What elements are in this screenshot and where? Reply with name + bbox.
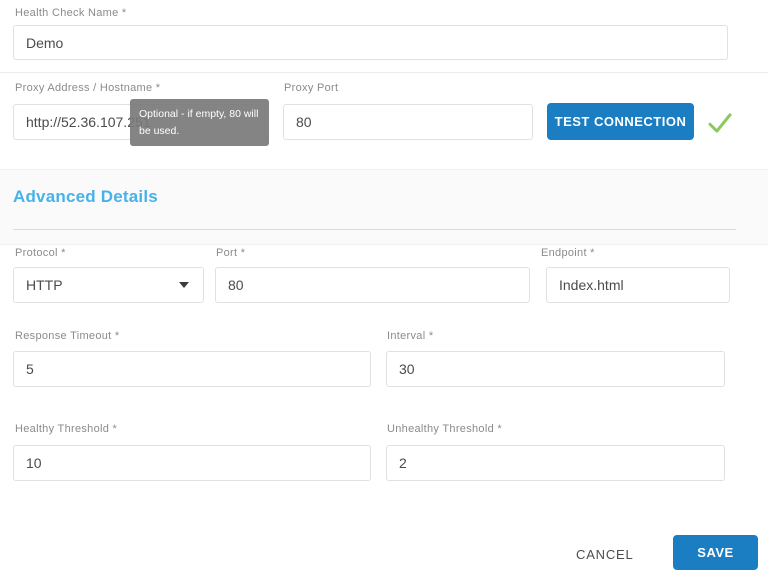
interval-label: Interval * [387,330,433,342]
connection-success-check-icon [705,108,735,138]
protocol-selected-value: HTTP [26,277,63,293]
save-button[interactable]: SAVE [673,535,758,570]
advanced-details-band [0,169,768,245]
unhealthy-threshold-label: Unhealthy Threshold * [387,423,502,435]
unhealthy-threshold-input[interactable] [386,445,725,481]
test-connection-button[interactable]: TEST CONNECTION [547,103,694,140]
healthy-threshold-input[interactable] [13,445,371,481]
proxy-port-tooltip: Optional - if empty, 80 will be used. [130,99,269,146]
response-timeout-input[interactable] [13,351,371,387]
response-timeout-label: Response Timeout * [15,330,119,342]
cancel-button[interactable]: CANCEL [570,540,640,568]
endpoint-input[interactable] [546,267,730,303]
chevron-down-icon [179,282,189,288]
port-label: Port * [216,247,245,259]
health-check-name-label: Health Check Name * [15,7,126,19]
interval-input[interactable] [386,351,725,387]
healthy-threshold-label: Healthy Threshold * [15,423,117,435]
proxy-port-label: Proxy Port [284,82,338,94]
port-input[interactable] [215,267,530,303]
advanced-details-rule [13,229,736,230]
protocol-label: Protocol * [15,247,66,259]
protocol-select[interactable]: HTTP [13,267,204,303]
endpoint-label: Endpoint * [541,247,595,259]
advanced-details-title: Advanced Details [13,187,158,207]
health-check-name-input[interactable] [13,25,728,60]
proxy-port-input[interactable] [283,104,533,140]
proxy-address-label: Proxy Address / Hostname * [15,82,160,94]
section-divider [0,72,768,73]
